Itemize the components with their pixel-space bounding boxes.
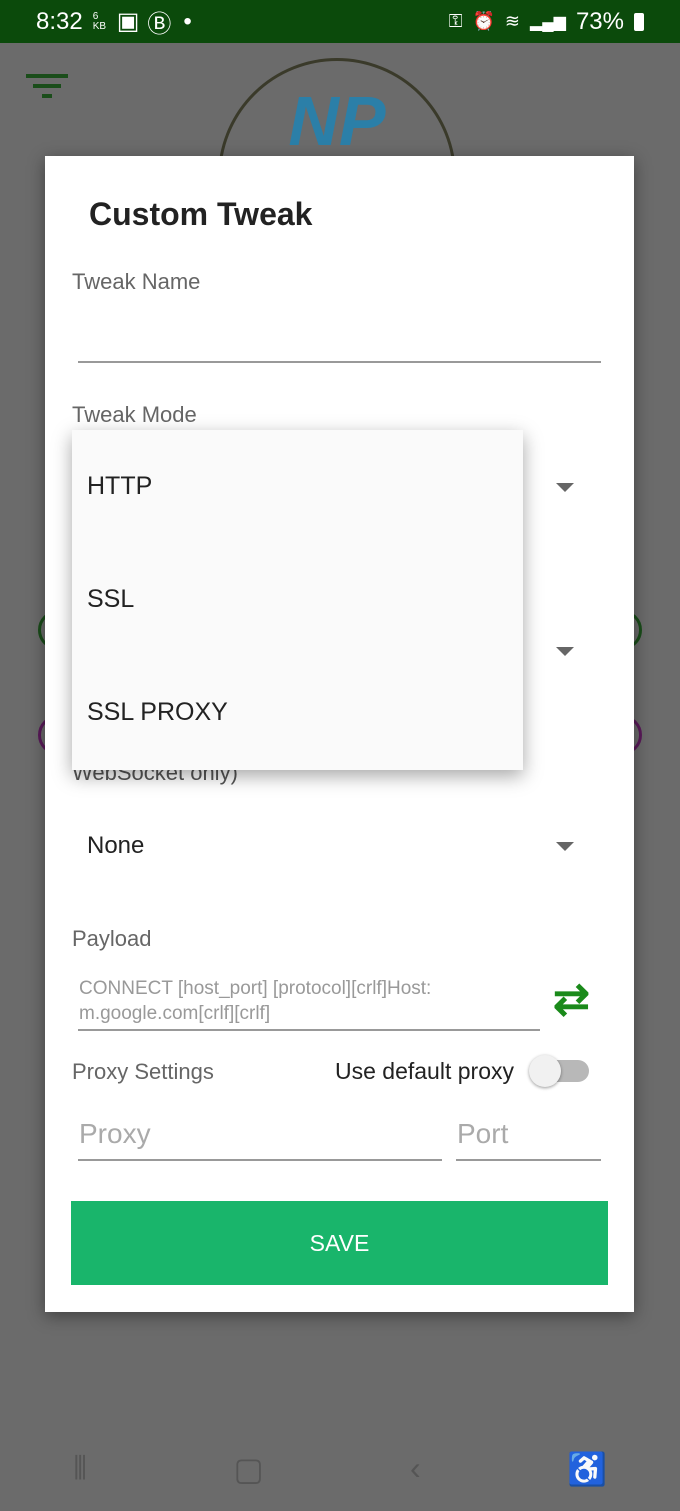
- logo-text: NP: [288, 82, 386, 160]
- system-nav-bar: ⦀ ▢ ‹ ♿: [0, 1426, 680, 1511]
- dropdown-option-ssl[interactable]: SSL: [72, 543, 523, 656]
- use-default-proxy-toggle[interactable]: [529, 1055, 589, 1087]
- gallery-icon: ▣: [116, 8, 140, 35]
- use-default-proxy-label: Use default proxy: [335, 1058, 514, 1084]
- status-bar: 8:32 6 KB ▣ Ⓑ • ⚿ ⏰ ≋ ▂▄▆ 73%: [0, 0, 680, 43]
- websocket-dropdown-arrow-icon[interactable]: [556, 842, 574, 851]
- home-icon[interactable]: ▢: [234, 1450, 264, 1488]
- alarm-icon: ⏰: [472, 11, 495, 31]
- tweak-mode-dropdown-arrow-icon[interactable]: [556, 483, 574, 492]
- payload-input[interactable]: CONNECT [host_port] [protocol][crlf]Host…: [79, 976, 539, 1026]
- battery-level: 73%: [575, 7, 624, 35]
- tweak-name-input[interactable]: [78, 306, 601, 356]
- back-icon[interactable]: ‹: [410, 1450, 421, 1487]
- dialog-title: Custom Tweak: [89, 196, 313, 232]
- dropdown-option-http[interactable]: HTTP: [72, 430, 523, 543]
- data-speed: 6 KB: [92, 10, 107, 32]
- filter-menu-icon[interactable]: [26, 74, 68, 104]
- payload-placeholder: CONNECT [host_port] [protocol][crlf]Host…: [79, 978, 432, 1024]
- secondary-dropdown-arrow-icon[interactable]: [556, 647, 574, 656]
- proxy-underline: [78, 1159, 442, 1161]
- port-input[interactable]: Port: [457, 1118, 508, 1150]
- tweak-name-underline: [78, 361, 601, 363]
- repeat-refresh-icon[interactable]: ⇄: [553, 974, 590, 1025]
- clock: 8:32: [36, 7, 83, 35]
- battery-icon: [634, 12, 644, 31]
- tweak-name-label: Tweak Name: [72, 269, 201, 294]
- save-button[interactable]: SAVE: [71, 1201, 608, 1285]
- payload-label: Payload: [72, 926, 152, 951]
- toggle-knob: [529, 1055, 561, 1087]
- vpn-key-icon: ⚿: [448, 11, 463, 31]
- tweak-mode-label: Tweak Mode: [72, 402, 197, 427]
- recent-apps-icon[interactable]: ⦀: [73, 1450, 87, 1488]
- dot-icon: •: [183, 7, 192, 35]
- proxy-settings-label: Proxy Settings: [72, 1059, 214, 1084]
- accessibility-icon[interactable]: ♿: [567, 1450, 607, 1488]
- proxy-input[interactable]: Proxy: [79, 1118, 151, 1150]
- websocket-select[interactable]: None: [87, 832, 144, 860]
- wifi-icon: ≋: [504, 11, 520, 31]
- dropdown-option-ssl-proxy[interactable]: SSL PROXY: [72, 656, 523, 769]
- b-icon: Ⓑ: [147, 11, 172, 38]
- signal-icon: ▂▄▆: [530, 13, 566, 31]
- payload-underline: [78, 1029, 540, 1031]
- port-underline: [456, 1159, 601, 1161]
- tweak-mode-dropdown-menu: HTTP SSL SSL PROXY: [72, 430, 523, 770]
